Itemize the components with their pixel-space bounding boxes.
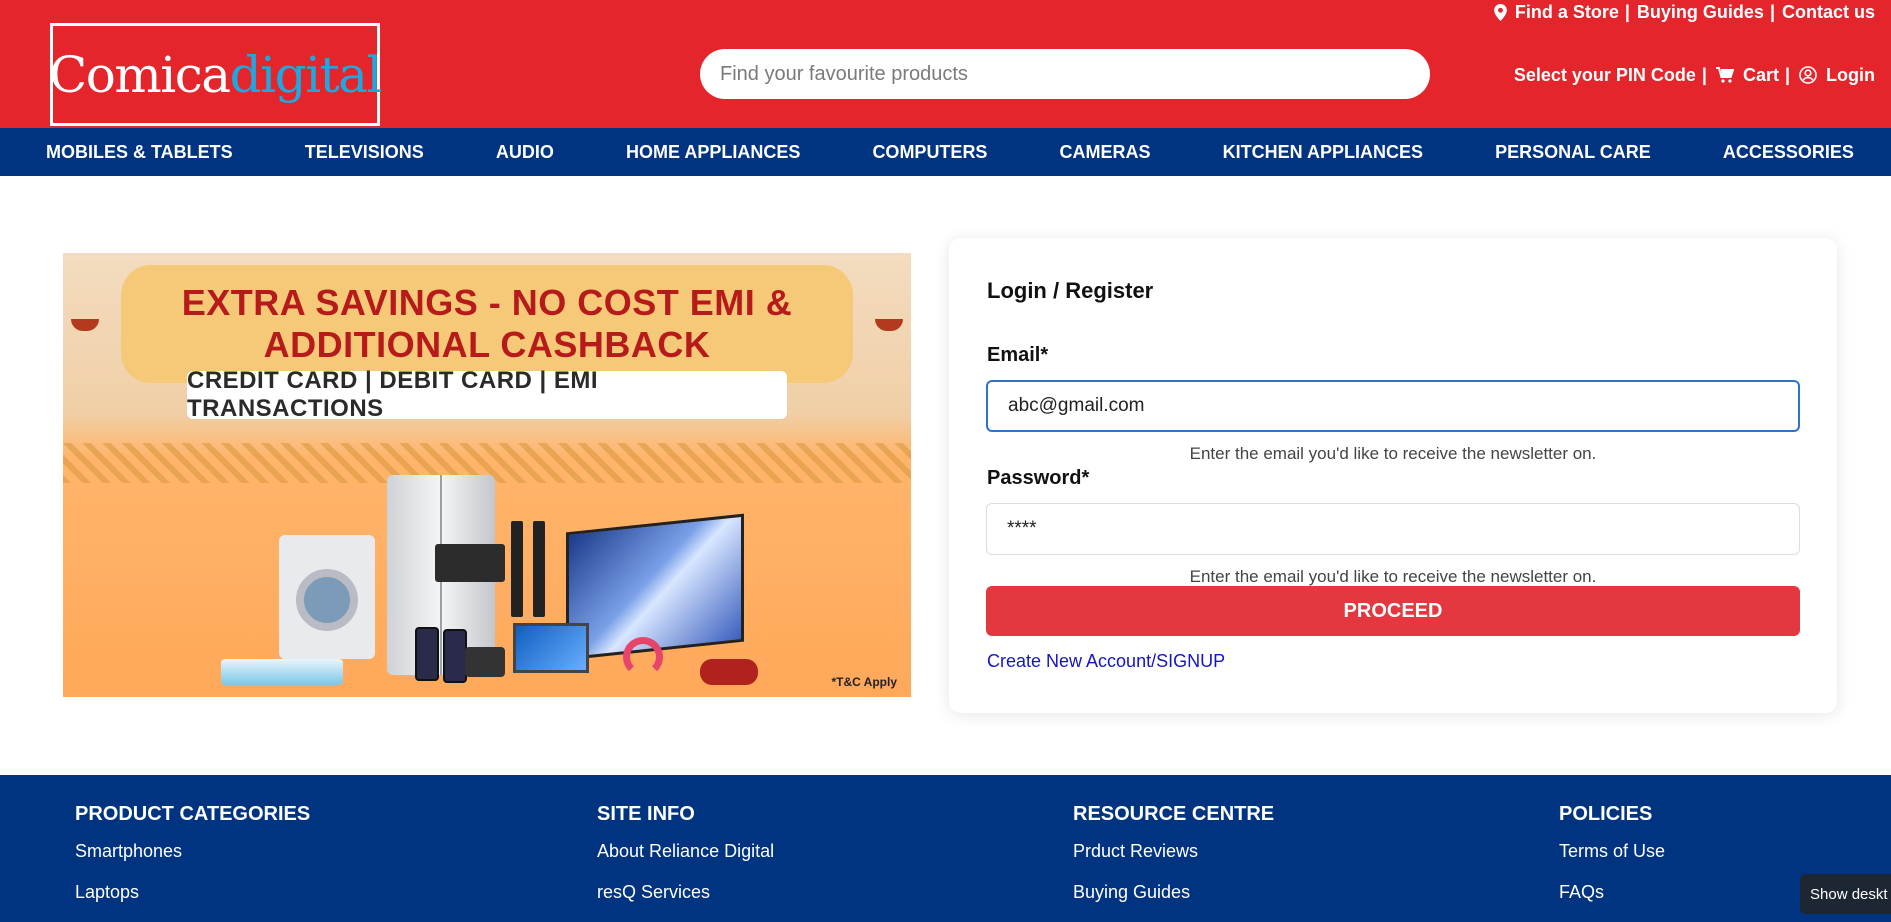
cart-label: Cart — [1742, 64, 1779, 85]
footer-link-product-reviews[interactable]: Prduct Reviews — [1073, 841, 1274, 862]
tower-speaker-image — [511, 521, 523, 617]
contact-us-link[interactable]: Contact us — [1782, 2, 1875, 23]
laptop-image — [513, 623, 589, 673]
site-header: Comicadigital Find a Store | Buying Guid… — [0, 0, 1891, 128]
action-camera-image — [465, 647, 505, 677]
nav-item-home-appliances[interactable]: HOME APPLIANCES — [626, 142, 800, 163]
nav-item-cameras[interactable]: CAMERAS — [1060, 142, 1151, 163]
footer-column-site-info: SITE INFO About Reliance Digital resQ Se… — [597, 803, 774, 903]
email-help-text: Enter the email you'd like to receive th… — [1189, 444, 1597, 463]
promo-banner[interactable]: EXTRA SAVINGS - NO COST EMI & ADDITIONAL… — [63, 253, 911, 697]
television-image — [566, 513, 744, 661]
footer-column-product-categories: PRODUCT CATEGORIES Smartphones Laptops — [75, 803, 310, 903]
diya-lamp-icon — [875, 319, 903, 331]
user-icon — [1799, 66, 1817, 84]
email-label: Email* — [987, 344, 1049, 366]
banner-headline-line2: ADDITIONAL CASHBACK — [263, 324, 711, 365]
washer-door — [296, 569, 358, 631]
nav-item-kitchen-appliances[interactable]: KITCHEN APPLIANCES — [1223, 142, 1423, 163]
footer-link-about[interactable]: About Reliance Digital — [597, 841, 774, 862]
search-input[interactable] — [720, 62, 1430, 86]
logo-text-part1: Comica — [49, 45, 231, 104]
footer-link-buying-guides[interactable]: Buying Guides — [1073, 882, 1274, 903]
footer-heading: POLICIES — [1559, 803, 1653, 825]
category-nav: MOBILES & TABLETS TELEVISIONS AUDIO HOME… — [0, 128, 1891, 176]
nav-item-audio[interactable]: AUDIO — [496, 142, 554, 163]
find-store-label: Find a Store — [1514, 1, 1619, 22]
password-help-text: Enter the email you'd like to receive th… — [1189, 567, 1597, 586]
footer-column-resource-centre: RESOURCE CENTRE Prduct Reviews Buying Gu… — [1073, 803, 1274, 903]
login-link[interactable]: Login — [1799, 65, 1875, 86]
diya-lamp-icon — [71, 319, 99, 331]
cart-icon — [1715, 67, 1734, 83]
proceed-button[interactable]: PROCEED — [986, 586, 1800, 636]
footer-heading: PRODUCT CATEGORIES — [75, 803, 311, 825]
footer-heading: RESOURCE CENTRE — [1073, 803, 1275, 825]
logo-text-part2: digital — [229, 45, 383, 104]
banner-payment-methods: CREDIT CARD | DEBIT CARD | EMI TRANSACTI… — [187, 367, 787, 422]
footer-link-smartphones[interactable]: Smartphones — [75, 841, 310, 862]
nav-item-personal-care[interactable]: PERSONAL CARE — [1495, 142, 1651, 163]
air-conditioner-image — [221, 659, 343, 685]
footer-heading: SITE INFO — [597, 803, 695, 825]
divider: | — [1624, 1, 1630, 22]
footer-link-terms-of-use[interactable]: Terms of Use — [1559, 841, 1665, 862]
pin-code-link[interactable]: Select your PIN Code — [1514, 65, 1696, 86]
site-logo[interactable]: Comicadigital — [49, 23, 382, 126]
show-desktop-button[interactable]: Show deskt — [1800, 874, 1891, 914]
map-marker-icon — [1493, 3, 1507, 21]
bluetooth-speaker-image — [700, 659, 758, 685]
search-bar[interactable] — [700, 49, 1430, 99]
login-title: Login / Register — [987, 278, 1154, 303]
email-input[interactable] — [1008, 395, 1798, 417]
washing-machine-image — [279, 535, 375, 659]
headphones-image — [623, 637, 663, 677]
user-links: Select your PIN Code | Cart | Login — [1514, 60, 1875, 90]
top-links: Find a Store | Buying Guides | Contact u… — [1493, 0, 1875, 24]
banner-headline-line1: EXTRA SAVINGS - NO COST EMI & — [181, 282, 793, 323]
divider: | — [1701, 64, 1707, 85]
nav-item-accessories[interactable]: ACCESSORIES — [1723, 142, 1854, 163]
microwave-image — [435, 544, 505, 582]
smartphone-image — [415, 627, 439, 681]
nav-item-televisions[interactable]: TELEVISIONS — [305, 142, 424, 163]
divider: | — [1784, 64, 1791, 85]
tower-speaker-image — [533, 521, 545, 617]
login-label: Login — [1826, 64, 1875, 85]
smartphone-image — [443, 629, 467, 683]
buying-guides-link[interactable]: Buying Guides — [1637, 2, 1764, 23]
email-field[interactable] — [986, 380, 1800, 432]
banner-terms: *T&C Apply — [831, 675, 897, 689]
cart-link[interactable]: Cart — [1715, 64, 1779, 86]
site-footer: PRODUCT CATEGORIES Smartphones Laptops S… — [0, 775, 1891, 922]
footer-link-laptops[interactable]: Laptops — [75, 882, 310, 903]
nav-item-computers[interactable]: COMPUTERS — [872, 142, 987, 163]
footer-link-faqs[interactable]: FAQs — [1559, 882, 1665, 903]
logo-text: Comicadigital — [49, 50, 382, 100]
footer-link-resq-services[interactable]: resQ Services — [597, 882, 774, 903]
password-label: Password* — [987, 467, 1090, 489]
find-store-link[interactable]: Find a Store — [1493, 1, 1619, 23]
banner-headline-box: EXTRA SAVINGS - NO COST EMI & ADDITIONAL… — [121, 265, 853, 383]
nav-item-mobiles-tablets[interactable]: MOBILES & TABLETS — [46, 142, 233, 163]
login-card: Login / Register Email* Enter the email … — [949, 238, 1837, 713]
password-input[interactable] — [1007, 518, 1799, 540]
password-field[interactable] — [986, 503, 1800, 555]
divider: | — [1769, 1, 1775, 22]
signup-link[interactable]: Create New Account/SIGNUP — [987, 651, 1225, 672]
footer-column-policies: POLICIES Terms of Use FAQs — [1559, 803, 1665, 903]
